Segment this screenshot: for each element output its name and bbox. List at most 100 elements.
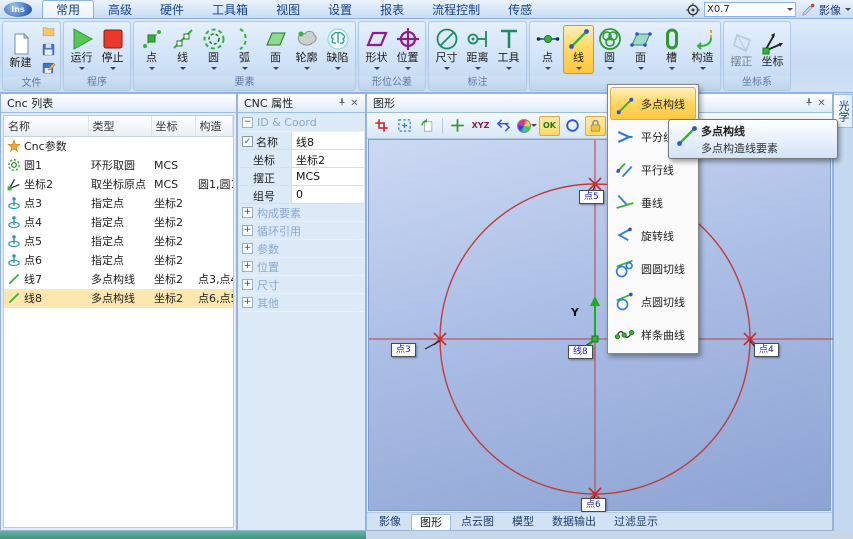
prop-value[interactable]: 0 [291,186,364,203]
expand-icon[interactable]: + [242,243,253,254]
cnc-row-点6[interactable]: 点6指定点坐标2 [4,251,233,270]
prop-section-1[interactable]: +构成要素 [239,204,364,222]
crosshair-tool-button[interactable] [447,116,468,136]
defect-button[interactable]: 缺陷 [322,25,353,74]
save-button[interactable] [38,41,58,58]
menu-item-point-circle-tangent[interactable]: 点圆切线 [610,285,696,318]
ribbon-tab-flow-control[interactable]: 流程控制 [418,0,494,18]
cnc-row-点5[interactable]: 点5指定点坐标2 [4,232,233,251]
close-icon[interactable]: ✕ [815,98,828,109]
menu-item-rotate-line[interactable]: 旋转线 [610,219,696,252]
view-tab-graphic[interactable]: 图形 [411,514,451,531]
shape-tolerance-button[interactable]: 形状 [361,25,392,74]
rotate-view-tool-button[interactable] [417,116,438,136]
view-tab-model[interactable]: 模型 [504,514,542,529]
pin-icon[interactable] [335,97,348,110]
stop-button[interactable]: 停止 [97,25,128,74]
cnc-row-圆1[interactable]: 圆1环形取圆MCS [4,156,233,175]
slot-button[interactable]: 槽 [656,25,687,74]
ribbon-tab-sensor[interactable]: 传感 [494,0,546,18]
collapse-icon[interactable]: − [242,117,253,128]
checkbox-checked-icon[interactable]: ✓ [242,136,253,147]
construct-plane-button[interactable]: 面 [625,25,656,74]
construct-line-button[interactable]: 线 [563,25,594,74]
drawing-canvas[interactable]: Y 点3 点4 点5 点6 线8 [368,139,831,511]
point-label-left[interactable]: 点3 [391,343,416,357]
ribbon-tab-view[interactable]: 视图 [262,0,314,18]
prop-value[interactable]: 坐标2 [291,150,364,167]
circle-select-tool-button[interactable] [562,116,583,136]
line8-label[interactable]: 线8 [568,345,593,359]
ribbon-tab-hardware[interactable]: 硬件 [146,0,198,18]
align-button[interactable]: 摆正 [726,29,757,69]
menu-item-multipoint-line[interactable]: 多点构线 [610,87,696,120]
crop-tool-button[interactable] [371,116,392,136]
contour-button[interactable]: 轮廓 [291,25,322,74]
column-header[interactable]: 坐标 [151,116,195,137]
point-button[interactable]: 点 [136,25,167,74]
menu-item-circle-circle-tangent[interactable]: 圆圆切线 [610,252,696,285]
cnc-row-点4[interactable]: 点4指定点坐标2 [4,213,233,232]
expand-icon[interactable]: + [242,261,253,272]
crosshair-target-icon[interactable] [685,2,700,17]
plane-button[interactable]: 面 [260,25,291,74]
column-header[interactable]: 类型 [88,116,151,137]
point-label-top[interactable]: 点5 [579,190,604,204]
construct-button[interactable]: 构造 [687,25,718,74]
menu-item-spline-curve[interactable]: 样条曲线 [610,318,696,351]
swap-arrows-tool-button[interactable] [493,116,514,136]
ribbon-tab-toolbox[interactable]: 工具箱 [198,0,262,18]
expand-icon[interactable]: + [242,297,253,308]
line-button[interactable]: 线 [167,25,198,74]
prop-section-0[interactable]: −ID & Coord [239,114,364,132]
cnc-row-点3[interactable]: 点3指定点坐标2 [4,194,233,213]
circle-button[interactable]: 圆 [198,25,229,74]
save-as-button[interactable] [38,59,58,76]
run-button[interactable]: 运行 [66,25,97,74]
view-tab-filter-display[interactable]: 过滤显示 [606,514,666,529]
magnification-select[interactable]: X0.7 [704,2,796,17]
view-tab-image[interactable]: 影像 [371,514,409,529]
view-tab-data-output[interactable]: 数据输出 [544,514,604,529]
dimension-button[interactable]: 尺寸 [431,25,462,74]
column-header[interactable]: 名称 [4,116,88,137]
expand-icon[interactable]: + [242,279,253,290]
ribbon-tab-advanced[interactable]: 高级 [94,0,146,18]
coordinate-button[interactable]: 坐标 [757,29,788,69]
point-label-bottom[interactable]: 点6 [581,498,606,512]
construct-point-button[interactable]: 点 [532,25,563,74]
cnc-row-线8[interactable]: 线8多点构线坐标2点6,点5 [4,289,233,308]
prop-section-2[interactable]: +循环引用 [239,222,364,240]
tool-button[interactable]: 工具 [493,25,524,74]
app-logo-button[interactable]: Ins [3,1,33,18]
column-header[interactable]: 构造 [195,116,233,137]
ribbon-tab-settings[interactable]: 设置 [314,0,366,18]
prop-section-5[interactable]: +尺寸 [239,276,364,294]
prop-value[interactable]: MCS [291,168,364,185]
prop-section-3[interactable]: +参数 [239,240,364,258]
pin-icon[interactable] [802,97,815,110]
mode-chevron-icon[interactable] [845,8,851,14]
new-button[interactable]: 新建 [5,30,36,70]
position-tolerance-button[interactable]: 位置 [392,25,423,74]
open-button[interactable] [38,23,58,40]
distance-button[interactable]: 距离 [462,25,493,74]
prop-section-6[interactable]: +其他 [239,294,364,312]
pen-icon[interactable] [800,2,815,17]
menu-item-perpendicular-line[interactable]: 垂线 [610,186,696,219]
cnc-row-线7[interactable]: 线7多点构线坐标2点3,点4 [4,270,233,289]
view-tab-point-cloud[interactable]: 点云图 [453,514,502,529]
palette-tool-button[interactable] [516,116,537,136]
arc-button[interactable]: 弧 [229,25,260,74]
prop-value[interactable]: 线8 [291,132,364,149]
lock-tool-button[interactable] [585,116,606,136]
expand-icon[interactable]: + [242,225,253,236]
fit-tool-button[interactable] [394,116,415,136]
cnc-row-坐标2[interactable]: 坐标2取坐标原点MCS圆1,圆1,... [4,175,233,194]
ribbon-tab-home[interactable]: 常用 [42,0,94,18]
cnc-row-Cnc参数[interactable]: Cnc参数 [4,137,233,156]
ok-tool-button[interactable]: OK [539,116,560,136]
xyz-tool-button[interactable]: XYZ [470,116,491,136]
construct-circle-button[interactable]: 圆 [594,25,625,74]
close-icon[interactable]: ✕ [348,98,361,109]
